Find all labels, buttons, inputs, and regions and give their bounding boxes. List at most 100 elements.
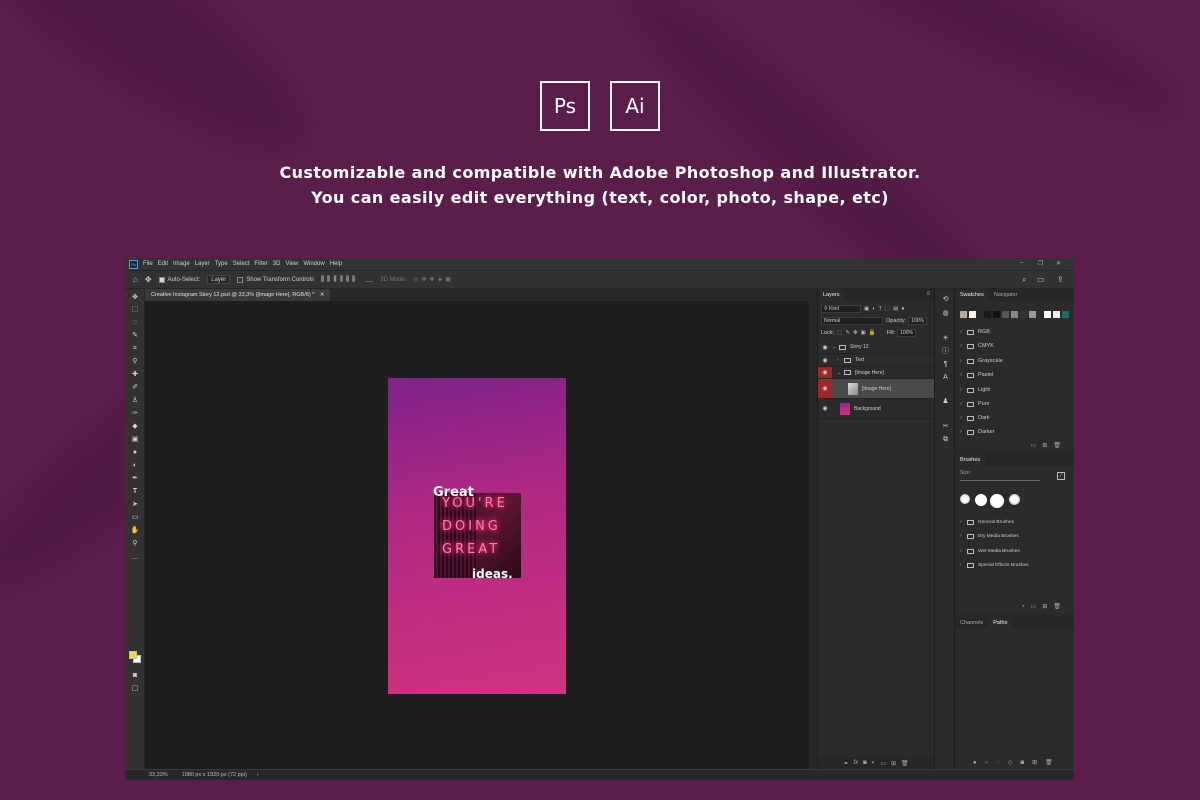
- menu-layer[interactable]: Layer: [195, 261, 210, 267]
- menu-filter[interactable]: Filter: [254, 261, 267, 267]
- color-swatch[interactable]: [984, 311, 991, 318]
- brush-settings-icon[interactable]: ⁄: [1057, 472, 1065, 480]
- chevron-right-icon[interactable]: ›: [257, 772, 259, 778]
- brush-group[interactable]: › General Brushes: [960, 516, 1065, 528]
- artwork-headline[interactable]: Great: [433, 485, 474, 500]
- healing-brush-icon[interactable]: ✚: [130, 370, 140, 379]
- color-swatch[interactable]: [1029, 311, 1036, 318]
- color-swatch[interactable]: [1020, 311, 1027, 318]
- color-swatch[interactable]: [1062, 311, 1069, 318]
- color-swatch[interactable]: [969, 311, 976, 318]
- history-icon[interactable]: ⟲: [941, 295, 950, 304]
- marquee-tool-icon[interactable]: ⬚: [130, 305, 140, 314]
- menu-3d[interactable]: 3D: [273, 261, 281, 267]
- tab-navigator[interactable]: Navigator: [989, 290, 1023, 301]
- paragraph-icon[interactable]: ¶: [941, 360, 950, 369]
- layer-row[interactable]: ◉ ⌄ [Image Here]: [818, 367, 935, 379]
- mask-icon[interactable]: ◙: [863, 760, 867, 766]
- fx-icon[interactable]: fx: [853, 760, 858, 766]
- close-icon[interactable]: ✕: [1056, 260, 1061, 267]
- brush-group[interactable]: › Special Effects Brushes: [960, 559, 1065, 571]
- chevron-right-icon[interactable]: ›: [837, 357, 842, 363]
- kind-filter-dropdown[interactable]: ⚲ Kind: [821, 304, 861, 313]
- new-brush-icon[interactable]: ⊞: [1042, 604, 1053, 610]
- blend-mode-dropdown[interactable]: Normal: [821, 316, 883, 325]
- blur-tool-icon[interactable]: ●: [130, 448, 140, 457]
- brush-tip-preview[interactable]: [990, 494, 1004, 508]
- tab-layers[interactable]: Layers: [818, 290, 845, 301]
- brush-tip-preview[interactable]: [960, 494, 970, 504]
- more-tools-icon[interactable]: …: [130, 553, 140, 562]
- color-swatch[interactable]: [1053, 311, 1060, 318]
- visibility-eye-icon[interactable]: ◉: [818, 354, 832, 366]
- quick-select-tool-icon[interactable]: ✎: [130, 331, 140, 340]
- document-tab[interactable]: Creative Instagram Story 12.psd @ 33,3% …: [145, 289, 331, 301]
- new-path-icon[interactable]: ⊞: [1032, 760, 1045, 766]
- menu-select[interactable]: Select: [233, 261, 250, 267]
- shape-tool-icon[interactable]: ▭: [130, 513, 140, 522]
- folder-icon[interactable]: ▭: [1031, 604, 1043, 610]
- character-icon[interactable]: A: [941, 373, 950, 382]
- path-select-tool-icon[interactable]: ➤: [130, 500, 140, 509]
- zoom-tool-icon[interactable]: ⚲: [130, 539, 140, 548]
- info-icon[interactable]: ⓘ: [941, 347, 950, 356]
- menu-edit[interactable]: Edit: [158, 261, 168, 267]
- history-brush-icon[interactable]: ✑: [130, 409, 140, 418]
- hand-tool-icon[interactable]: ✋: [130, 526, 140, 535]
- show-transform-checkbox[interactable]: Show Transform Controls: [237, 276, 314, 283]
- minimize-icon[interactable]: –: [1020, 260, 1023, 266]
- new-layer-icon[interactable]: ⊞: [891, 760, 896, 767]
- chevron-down-icon[interactable]: ⌄: [837, 370, 842, 376]
- brush-group[interactable]: › Wet Media Brushes: [960, 545, 1065, 557]
- close-tab-icon[interactable]: ✕: [320, 292, 325, 298]
- eyedropper-tool-icon[interactable]: ⚲: [130, 357, 140, 366]
- layer-row[interactable]: ◉ › Text: [818, 354, 935, 367]
- swatch-group[interactable]: › RGB: [960, 326, 1065, 338]
- dodge-tool-icon[interactable]: ◐: [130, 461, 140, 470]
- layer-select-dropdown[interactable]: Layer: [207, 275, 231, 284]
- person-icon[interactable]: ♟: [941, 397, 950, 406]
- quick-mask-icon[interactable]: ◙: [130, 671, 140, 680]
- stroke-path-icon[interactable]: ○: [985, 760, 997, 766]
- workspace-icon[interactable]: ▭: [1037, 275, 1045, 284]
- align-icons[interactable]: ⫼⫼⫼⫼⫼⫼: [321, 276, 358, 284]
- chevron-down-icon[interactable]: ⌄: [832, 344, 837, 350]
- trash-icon[interactable]: 🗑: [1045, 760, 1061, 766]
- menu-image[interactable]: Image: [173, 261, 190, 267]
- menu-file[interactable]: File: [143, 261, 153, 267]
- link-icon[interactable]: ⚭: [843, 760, 848, 767]
- opacity-input[interactable]: 100%: [908, 316, 927, 325]
- color-swatch[interactable]: [960, 311, 967, 318]
- image-placeholder-photo[interactable]: YOU'RE DOING GREAT: [434, 493, 521, 578]
- tab-channels[interactable]: Channels: [955, 618, 988, 629]
- tab-brushes[interactable]: Brushes: [955, 455, 986, 466]
- color-swatch[interactable]: [1002, 311, 1009, 318]
- screen-mode-icon[interactable]: ▢: [130, 684, 140, 693]
- brush-size-slider[interactable]: [960, 480, 1040, 481]
- maximize-icon[interactable]: ❐: [1038, 260, 1043, 267]
- layer-row[interactable]: ◉ Background: [818, 399, 935, 419]
- trash-icon[interactable]: 🗑: [901, 760, 909, 767]
- move-tool-icon[interactable]: ✥: [145, 275, 152, 284]
- color-swatch[interactable]: [1044, 311, 1051, 318]
- tab-paths[interactable]: Paths: [988, 618, 1013, 629]
- layer-row-selected[interactable]: ◉ [Image Here]: [818, 379, 935, 399]
- color-swatch[interactable]: [993, 311, 1000, 318]
- trash-icon[interactable]: 🗑: [1053, 604, 1067, 610]
- adjustment-icon[interactable]: ◐: [872, 760, 876, 766]
- tools-icon[interactable]: ✂: [941, 422, 950, 431]
- fill-path-icon[interactable]: ●: [973, 760, 985, 766]
- crop-tool-icon[interactable]: ⌗: [130, 344, 140, 353]
- menu-type[interactable]: Type: [215, 261, 228, 267]
- panel-menu-icon[interactable]: ≡: [926, 291, 930, 297]
- brush-tip-preview[interactable]: [1009, 494, 1020, 505]
- auto-select-checkbox[interactable]: Auto-Select:: [158, 276, 200, 283]
- artboard[interactable]: YOU'RE DOING GREAT Great ideas.: [388, 378, 566, 694]
- adjustments-icon[interactable]: ☀: [941, 334, 950, 343]
- visibility-eye-icon[interactable]: ◉: [818, 367, 832, 378]
- fill-input[interactable]: 100%: [897, 328, 916, 337]
- brush-preview-icon[interactable]: ◔: [1021, 604, 1031, 610]
- lasso-tool-icon[interactable]: ◌: [130, 318, 140, 327]
- filter-icons[interactable]: ▣◐T⬚▤●: [864, 306, 908, 312]
- brush-tip-preview[interactable]: [975, 494, 987, 506]
